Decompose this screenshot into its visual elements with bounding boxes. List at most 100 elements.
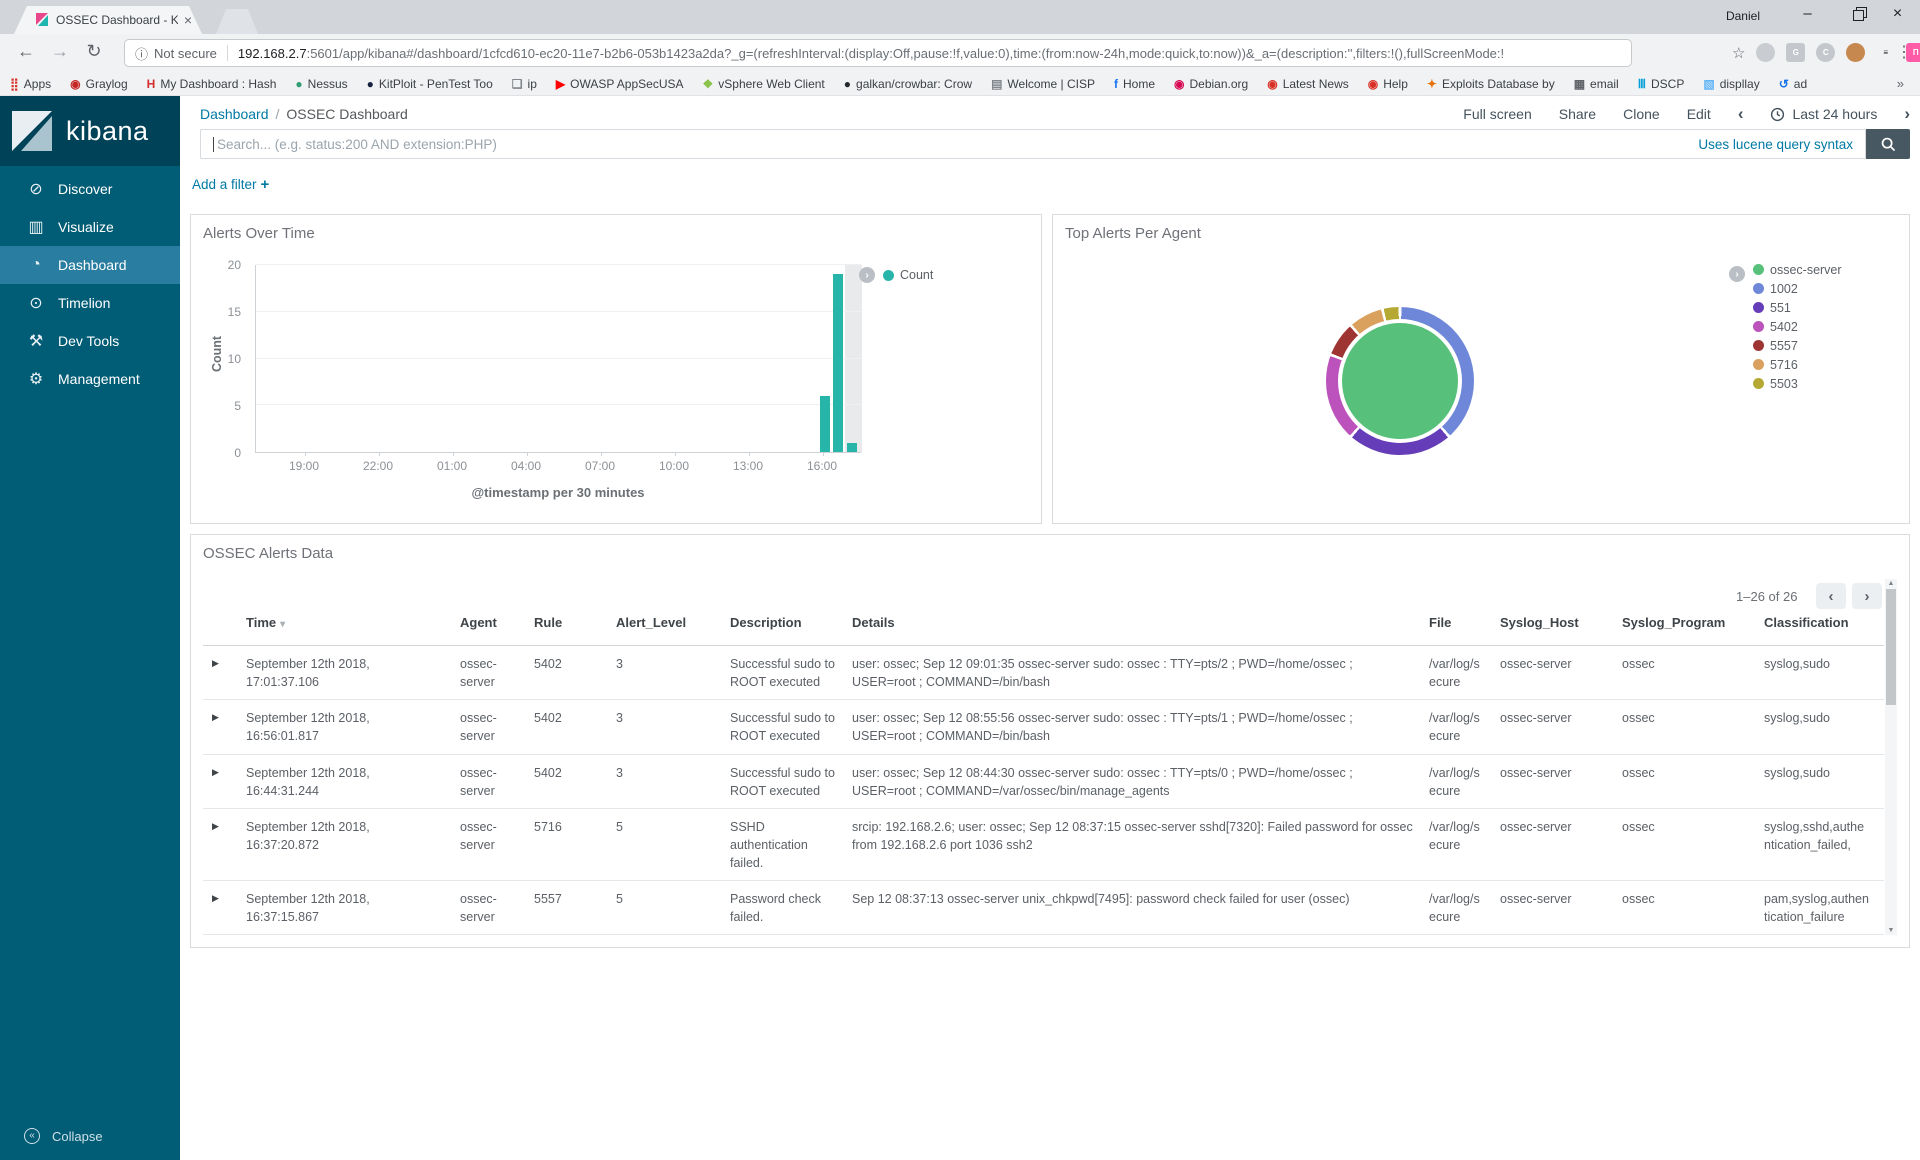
bookmark-item[interactable]: ❖ vSphere Web Client: [703, 77, 825, 91]
row-expand-icon[interactable]: ▶: [203, 709, 246, 753]
scrollbar-down-icon[interactable]: ▼: [1885, 927, 1897, 934]
bookmark-item[interactable]: ⣿ Apps: [10, 77, 51, 91]
restore-button[interactable]: [1853, 7, 1867, 21]
legend-item[interactable]: 1002: [1753, 279, 1842, 298]
bookmark-item[interactable]: ◉ Graylog: [70, 77, 128, 91]
bookmarks-overflow-icon[interactable]: »: [1897, 76, 1910, 91]
new-tab-button[interactable]: [216, 9, 258, 34]
legend-item[interactable]: 551: [1753, 298, 1842, 317]
forward-icon[interactable]: →: [48, 41, 72, 62]
bookmark-item[interactable]: ● KitPloit - PenTest Too: [367, 77, 493, 91]
donut-center[interactable]: [1342, 323, 1458, 439]
panel-title: OSSEC Alerts Data: [203, 545, 334, 562]
column-header-rule[interactable]: Rule: [534, 615, 616, 645]
extension-icon[interactable]: [1756, 43, 1775, 62]
legend-item[interactable]: 5716: [1753, 355, 1842, 374]
table-scrollbar[interactable]: ▲ ▼: [1885, 579, 1897, 935]
row-expand-icon[interactable]: ▶: [203, 818, 246, 880]
browser-tab[interactable]: OSSEC Dashboard - Kiba ×: [14, 6, 202, 34]
action-link[interactable]: Share: [1559, 106, 1596, 122]
breadcrumb-dashboard-link[interactable]: Dashboard: [200, 106, 269, 122]
kibana-logo[interactable]: kibana: [0, 96, 180, 166]
sidebar-item[interactable]: ⚒ Dev Tools: [0, 322, 180, 360]
legend-item[interactable]: 5557: [1753, 336, 1842, 355]
column-header-agent[interactable]: Agent: [460, 615, 534, 645]
info-icon[interactable]: ⓘ: [135, 44, 148, 63]
column-header-file[interactable]: File: [1429, 615, 1500, 645]
bookmark-item[interactable]: f Home: [1114, 77, 1155, 91]
bar-16:30[interactable]: [833, 274, 843, 452]
time-next-icon[interactable]: ›: [1904, 104, 1910, 124]
kibana-logo-icon: [12, 111, 52, 151]
row-expand-icon[interactable]: ▶: [203, 764, 246, 808]
bookmark-item[interactable]: ▦ email: [1574, 77, 1619, 91]
bookmark-item[interactable]: ✦ Exploits Database by: [1427, 77, 1555, 91]
bookmark-item[interactable]: H My Dashboard : Hash: [147, 77, 277, 91]
sidebar-item[interactable]: ◔ Dashboard: [0, 246, 180, 284]
url-bar[interactable]: ⓘ Not secure 192.168.2.7:5601/app/kibana…: [124, 39, 1632, 67]
search-button[interactable]: [1866, 129, 1910, 159]
scrollbar-up-icon[interactable]: ▲: [1885, 580, 1897, 587]
scrollbar-thumb[interactable]: [1886, 589, 1896, 705]
column-header-description[interactable]: Description: [730, 615, 852, 645]
column-header-alert-level[interactable]: Alert_Level: [616, 615, 730, 645]
column-header-syslog-host[interactable]: Syslog_Host: [1500, 615, 1622, 645]
profile-name: Daniel: [1725, 9, 1760, 23]
action-link[interactable]: Clone: [1623, 106, 1660, 122]
search-input[interactable]: Search... (e.g. status:200 AND extension…: [200, 129, 1866, 159]
lucene-syntax-link[interactable]: Uses lucene query syntax: [1698, 137, 1853, 152]
legend-toggle-icon[interactable]: ›: [1729, 266, 1745, 282]
close-button[interactable]: ×: [1875, 0, 1920, 30]
bookmark-item[interactable]: ▧ displlay: [1703, 77, 1759, 91]
extension-icon[interactable]: G: [1786, 43, 1805, 62]
panel-top-alerts-per-agent: Top Alerts Per Agent › ossec-server 1002: [1052, 214, 1910, 524]
sidebar-item[interactable]: ▥ Visualize: [0, 208, 180, 246]
extension-icon[interactable]: [1846, 43, 1865, 62]
gridline: [256, 264, 861, 265]
sidebar-item[interactable]: ⚙ Management: [0, 360, 180, 398]
bookmark-label: DSCP: [1651, 76, 1685, 91]
browser-menu-icon[interactable]: ⋮: [1896, 42, 1912, 62]
bookmark-item[interactable]: ❑ ip: [512, 77, 537, 91]
add-filter[interactable]: Add a filter +: [192, 176, 269, 193]
back-icon[interactable]: ←: [14, 41, 38, 62]
bookmark-item[interactable]: ↺ ad: [1779, 77, 1807, 91]
legend-item[interactable]: ossec-server: [1753, 260, 1842, 279]
time-prev-icon[interactable]: ‹: [1738, 104, 1744, 124]
sidebar-item[interactable]: ⊙ Timelion: [0, 284, 180, 322]
extension-icon[interactable]: ≡: [1876, 43, 1895, 62]
bookmark-item[interactable]: ◉ Help: [1368, 77, 1408, 91]
action-link[interactable]: Full screen: [1463, 106, 1531, 122]
bookmark-item[interactable]: ● galkan/crowbar: Crow: [844, 77, 972, 91]
time-range-picker[interactable]: Last 24 hours: [1770, 106, 1877, 122]
reload-icon[interactable]: ↻: [82, 41, 106, 62]
legend-item[interactable]: 5402: [1753, 317, 1842, 336]
bar-17:00[interactable]: [847, 442, 857, 452]
pagination-prev-button[interactable]: ‹: [1816, 583, 1846, 609]
legend-toggle-icon[interactable]: ›: [859, 267, 875, 283]
bar-16:00[interactable]: [820, 395, 830, 452]
column-header-time[interactable]: Time ▾: [246, 615, 460, 645]
sidebar-collapse[interactable]: « Collapse: [24, 1128, 103, 1144]
row-expand-icon[interactable]: ▶: [203, 655, 246, 699]
bookmark-label: Help: [1383, 76, 1408, 91]
legend-item[interactable]: 5503: [1753, 374, 1842, 393]
column-header-details[interactable]: Details: [852, 615, 1429, 645]
bookmark-item[interactable]: ◉ Latest News: [1267, 77, 1349, 91]
minimize-button[interactable]: –: [1785, 0, 1830, 30]
action-link[interactable]: Edit: [1687, 106, 1711, 122]
tab-close-icon[interactable]: ×: [184, 12, 192, 28]
bookmark-item[interactable]: ▶ OWASP AppSecUSA: [556, 77, 684, 91]
column-header-classification[interactable]: Classification: [1764, 615, 1884, 645]
bookmark-item[interactable]: Ⅲ DSCP: [1638, 77, 1685, 91]
bookmark-item[interactable]: ◉ Debian.org: [1174, 77, 1248, 91]
bookmark-item[interactable]: ▤ Welcome | CISP: [991, 77, 1095, 91]
pagination-next-button[interactable]: ›: [1852, 583, 1882, 609]
sidebar-item[interactable]: ⊘ Discover: [0, 170, 180, 208]
bookmark-star-icon[interactable]: ☆: [1732, 44, 1745, 62]
row-expand-icon[interactable]: ▶: [203, 890, 246, 934]
legend-item-count[interactable]: Count: [883, 268, 933, 282]
extension-icon[interactable]: C: [1816, 43, 1835, 62]
column-header-syslog-program[interactable]: Syslog_Program: [1622, 615, 1764, 645]
bookmark-item[interactable]: ● Nessus: [295, 77, 347, 91]
